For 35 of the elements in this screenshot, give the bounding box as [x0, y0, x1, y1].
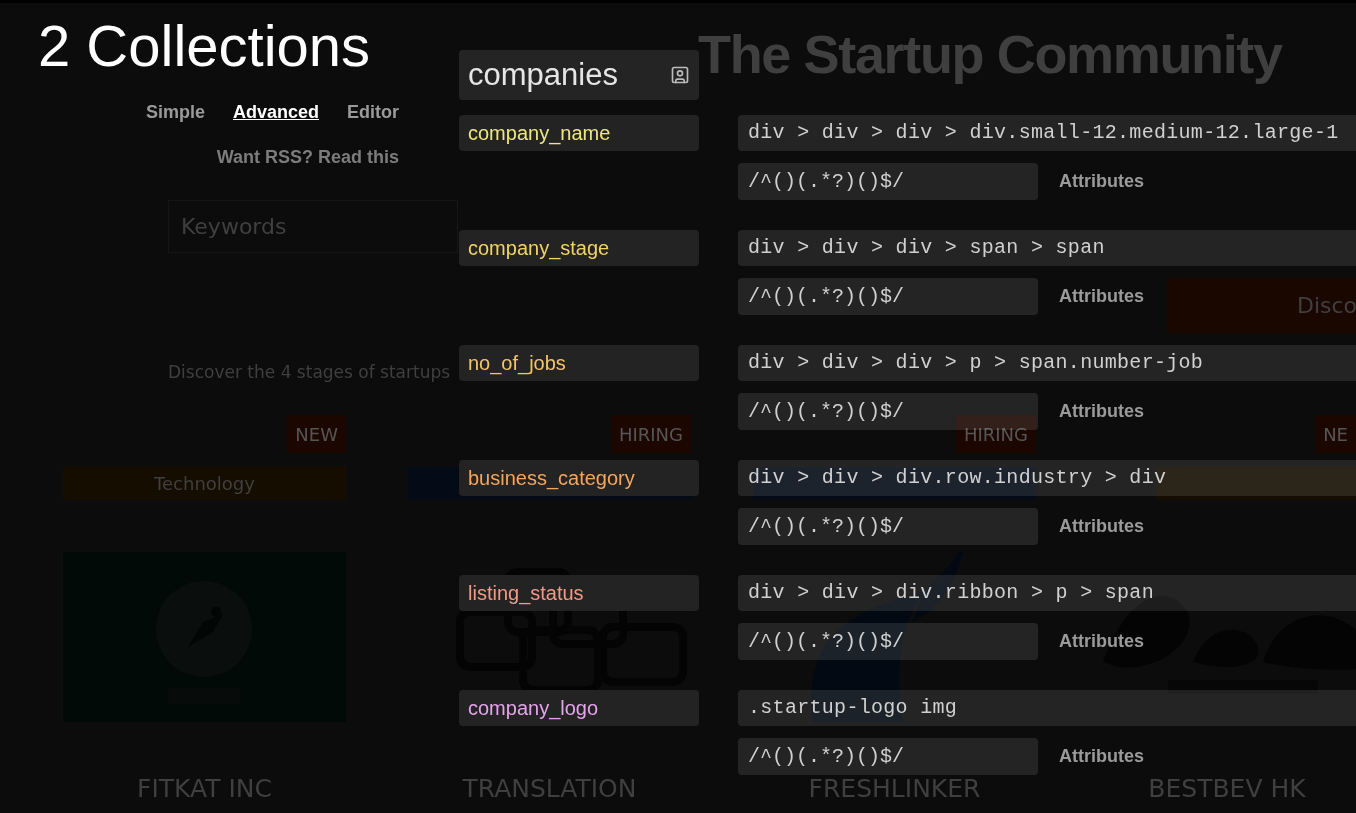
field-name[interactable]: company_name [459, 115, 699, 151]
regex-field[interactable]: /^()(.*?)()$/ [738, 278, 1038, 315]
mode-tab[interactable]: Editor [347, 99, 399, 126]
selector-field[interactable]: .startup-logo img [738, 690, 1356, 726]
regex-field[interactable]: /^()(.*?)()$/ [738, 508, 1038, 545]
mode-tab[interactable]: Advanced [232, 99, 319, 126]
regex-field[interactable]: /^()(.*?)()$/ [738, 738, 1038, 775]
regex-field[interactable]: /^()(.*?)()$/ [738, 163, 1038, 200]
attributes-button[interactable]: Attributes [1059, 168, 1144, 195]
selector-field[interactable]: div > div > div > p > span.number-job [738, 345, 1356, 381]
field-name[interactable]: company_logo [459, 690, 699, 726]
attributes-button[interactable]: Attributes [1059, 628, 1144, 655]
attributes-button[interactable]: Attributes [1059, 398, 1144, 425]
attributes-button[interactable]: Attributes [1059, 283, 1144, 310]
rss-link[interactable]: Want RSS? Read this [216, 144, 399, 171]
attributes-button[interactable]: Attributes [1059, 513, 1144, 540]
contact-icon[interactable] [670, 65, 690, 85]
category-bar: Technology [63, 467, 346, 500]
attributes-button[interactable]: Attributes [1059, 743, 1144, 770]
mode-tab[interactable]: Simple [145, 99, 205, 126]
collections-title: 2 Collections [38, 17, 371, 75]
field-name[interactable]: business_category [459, 460, 699, 496]
status-badge: HIRING [610, 415, 691, 453]
regex-field[interactable]: /^()(.*?)()$/ [738, 623, 1038, 660]
collection-name: companies [468, 55, 618, 94]
selector-field[interactable]: div > div > div > span > span [738, 230, 1356, 266]
field-name[interactable]: company_stage [459, 230, 699, 266]
field-name[interactable]: no_of_jobs [459, 345, 699, 381]
selector-field[interactable]: div > div > div.row.industry > div [738, 460, 1356, 496]
status-badge: HIRING [955, 415, 1036, 453]
selector-field[interactable]: div > div > div > div.small-12.medium-12.large-1 [738, 115, 1356, 151]
field-name[interactable]: listing_status [459, 575, 699, 611]
status-badge: NEW [287, 415, 346, 453]
selector-field[interactable]: div > div > div.ribbon > p > span [738, 575, 1356, 611]
status-badge: NE [1315, 415, 1356, 453]
